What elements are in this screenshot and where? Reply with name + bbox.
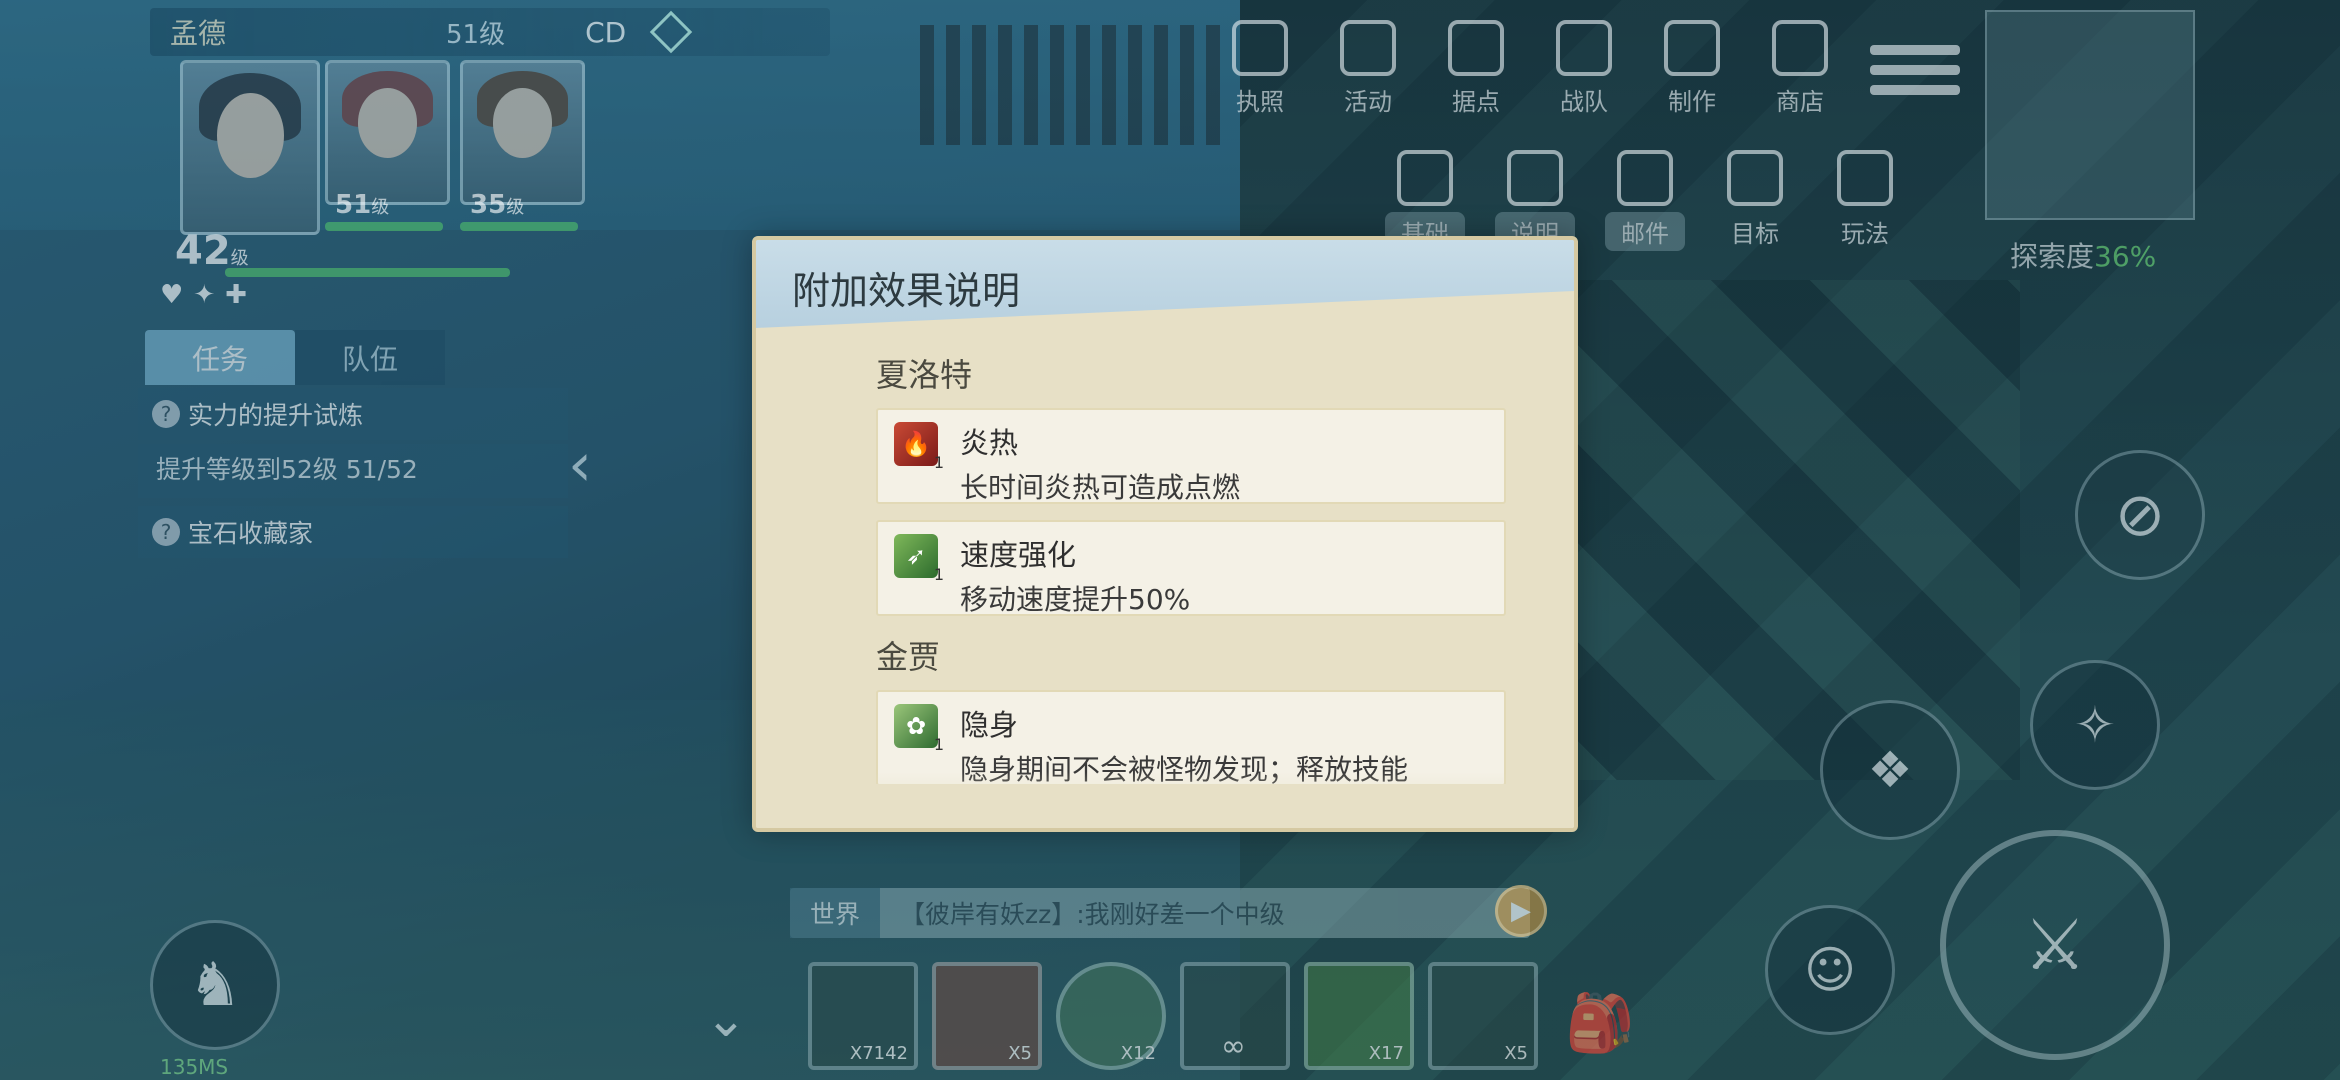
mount-horse-button[interactable]: ♞ (150, 920, 280, 1050)
effect-item: ✿ 1 隐身 隐身期间不会被怪物发现；释放技能 (876, 690, 1506, 784)
chat-bar[interactable]: 世界 【彼岸有妖zz】:我刚好差一个中级 (790, 888, 1530, 938)
menu-craft[interactable]: 制作 (1652, 20, 1732, 117)
effect-list[interactable]: 夏洛特 🔥 1 炎热 长时间炎热可造成点燃 ➶ 1 速度强化 移动速度提升50% 金… (876, 340, 1506, 784)
menu-gameplay[interactable]: 玩法 (1825, 150, 1905, 251)
tab-task[interactable]: 任务 (145, 330, 295, 385)
quest-item[interactable]: ? 宝石收藏家 (138, 506, 568, 558)
menu-mail[interactable]: 邮件 (1605, 150, 1685, 251)
quest-progress: 提升等级到52级 51/52 (138, 444, 568, 498)
main-character-portrait[interactable] (180, 60, 320, 235)
dialog-title: 附加效果说明 (792, 269, 1021, 313)
gift-icon (1340, 20, 1396, 76)
disabled-skill-icon[interactable]: ⊘ (2075, 450, 2205, 580)
effect-name: 炎热 (960, 426, 1019, 460)
member2-hp-bar (325, 222, 443, 231)
crossed-swords-icon (1837, 150, 1893, 206)
status-icons: ♥ ✦ ✚ (160, 280, 247, 310)
gem-icon (650, 10, 693, 54)
hammer-icon (1664, 20, 1720, 76)
attack-skill-button[interactable]: ✧ (2030, 660, 2160, 790)
effect-item: ➶ 1 速度强化 移动速度提升50% (876, 520, 1506, 616)
effect-desc: 长时间炎热可造成点燃 (960, 471, 1241, 504)
question-icon: ? (152, 518, 180, 546)
collapse-arrow-icon[interactable]: ‹ (568, 430, 592, 500)
task-team-tabs: 任务 队伍 (145, 330, 445, 385)
chevron-down-icon[interactable]: ⌄ (705, 990, 747, 1048)
menu-goals[interactable]: 目标 (1715, 150, 1795, 251)
tab-team[interactable]: 队伍 (295, 330, 445, 385)
menu-stronghold[interactable]: 据点 (1436, 20, 1516, 117)
hotbar-slot[interactable]: X7142 (808, 962, 918, 1070)
chat-message: 【彼岸有妖zz】:我刚好差一个中级 (900, 900, 1285, 929)
voice-play-icon[interactable]: ▶ (1495, 885, 1547, 937)
effect-desc: 移动速度提升50% (960, 583, 1191, 616)
menu-license[interactable]: 执照 (1220, 20, 1300, 117)
quest-item[interactable]: ? 实力的提升试炼 (138, 388, 568, 440)
banner-icon (1556, 20, 1612, 76)
player-level: 51级 (446, 19, 506, 50)
menu-hamburger-icon[interactable] (1870, 35, 1960, 125)
hotbar-slot[interactable]: X5 (1428, 962, 1538, 1070)
player-name-bar: 孟德 51级 CD (150, 8, 830, 56)
party-member-portrait[interactable] (325, 60, 450, 205)
quest-list: ? 实力的提升试炼 提升等级到52级 51/52 ? 宝石收藏家 (138, 388, 568, 562)
party-member-portrait[interactable] (460, 60, 585, 205)
network-ping: 135MS (160, 1055, 229, 1079)
signal-badge: CD (585, 15, 627, 49)
effect-item: 🔥 1 炎热 长时间炎热可造成点燃 (876, 408, 1506, 504)
scroll-fade (756, 772, 1574, 828)
hand-icon (1448, 20, 1504, 76)
effect-name: 速度强化 (960, 538, 1077, 572)
hotbar-slot[interactable]: X17 (1304, 962, 1414, 1070)
heart-icon: ♥ (160, 280, 184, 310)
main-hp-bar (225, 268, 510, 277)
exploration-progress: 探索度36% (2010, 240, 2157, 273)
debuff-icon: ✚ (225, 280, 247, 310)
scale-icon (1772, 20, 1828, 76)
companion-button[interactable]: ☺ (1765, 905, 1895, 1035)
top-menu: 执照 活动 据点 战队 制作 商店 (1220, 20, 1840, 117)
question-icon: ? (152, 400, 180, 428)
hotbar-slot[interactable]: ∞ (1180, 962, 1290, 1070)
backpack-icon[interactable]: 🎒 (1565, 990, 1635, 1056)
attack-joystick[interactable]: ⚔ (1940, 830, 2170, 1060)
minimap[interactable] (1985, 10, 2195, 220)
hotbar-slot[interactable]: X12 (1056, 962, 1166, 1070)
item-hotbar: X7142 X5 X12 ∞ X17 X5 (808, 962, 1538, 1070)
member3-hp-bar (460, 222, 578, 231)
crystal-skill-button[interactable]: ❖ (1820, 700, 1960, 840)
effect-info-dialog: 附加效果说明 夏洛特 🔥 1 炎热 长时间炎热可造成点燃 ➶ 1 速度强化 移动速度… (752, 236, 1578, 832)
section-title: 夏洛特 (876, 356, 973, 394)
fire-icon: 🔥 1 (894, 422, 944, 472)
stealth-icon: ✿ 1 (894, 704, 944, 754)
feather-icon (1727, 150, 1783, 206)
section-title: 金贾 (876, 638, 941, 676)
speed-icon: ➶ 1 (894, 534, 944, 584)
menu-shop[interactable]: 商店 (1760, 20, 1840, 117)
player-name: 孟德 (170, 17, 227, 50)
hotbar-slot[interactable]: X5 (932, 962, 1042, 1070)
member2-level: 51级 (335, 190, 390, 220)
buff-icon: ✦ (193, 280, 216, 310)
mail-icon (1617, 150, 1673, 206)
license-icon (1232, 20, 1288, 76)
gear-icon (1397, 150, 1453, 206)
chat-channel[interactable]: 世界 (790, 888, 880, 938)
notes-icon (1507, 150, 1563, 206)
menu-activity[interactable]: 活动 (1328, 20, 1408, 117)
effect-name: 隐身 (960, 708, 1019, 742)
member3-level: 35级 (470, 190, 525, 220)
menu-squad[interactable]: 战队 (1544, 20, 1624, 117)
